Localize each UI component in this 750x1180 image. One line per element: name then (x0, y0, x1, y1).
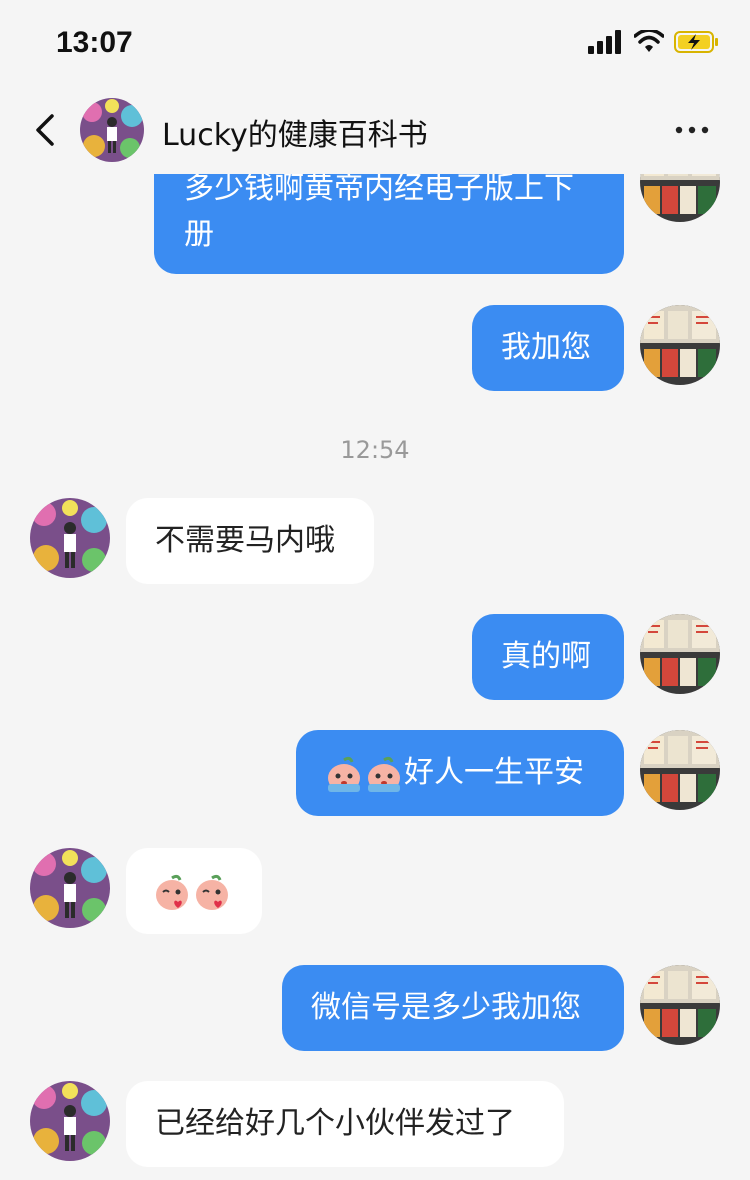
status-time: 13:07 (56, 26, 133, 59)
my-avatar[interactable] (640, 174, 720, 222)
contact-avatar[interactable] (30, 848, 110, 928)
kissing-peach-emoji-icon (156, 874, 188, 910)
message-bubble-sent[interactable]: 多少钱啊黄帝内经电子版上下册 (154, 174, 624, 274)
my-avatar[interactable] (640, 730, 720, 810)
contact-avatar[interactable] (30, 1081, 110, 1161)
signal-icon (588, 30, 621, 54)
message-text: 多少钱啊黄帝内经电子版上下册 (184, 174, 574, 252)
chat-title: Lucky的健康百科书 (162, 118, 428, 153)
message-bubble-sent[interactable]: 真的啊 (472, 614, 624, 700)
back-arrow-icon[interactable] (28, 110, 68, 150)
message-bubble-sent[interactable]: 我加您 (472, 305, 624, 391)
crying-peach-emoji-icon (368, 756, 400, 792)
contact-avatar[interactable] (30, 498, 110, 578)
message-bubble-received[interactable]: 已经给好几个小伙伴发过了 (126, 1081, 564, 1167)
contact-avatar[interactable] (80, 98, 144, 162)
status-bar: 13:07 (0, 0, 750, 88)
wifi-icon (634, 30, 664, 52)
battery-charging-icon (674, 31, 718, 53)
more-options-icon[interactable] (674, 110, 710, 150)
message-bubble-received[interactable]: 不需要马内哦 (126, 498, 374, 584)
message-bubble-received[interactable] (126, 848, 262, 934)
message-text: 真的啊 (501, 639, 591, 674)
crying-peach-emoji-icon (328, 756, 360, 792)
message-text: 已经给好几个小伙伴发过了 (155, 1106, 515, 1141)
message-bubble-sent[interactable]: 好人一生平安 (296, 730, 624, 816)
my-avatar[interactable] (640, 965, 720, 1045)
message-bubble-sent[interactable]: 微信号是多少我加您 (282, 965, 624, 1051)
my-avatar[interactable] (640, 305, 720, 385)
message-list[interactable]: 多少钱啊黄帝内经电子版上下册 我加您 12:54 不需要马内哦 真的啊 好人一生… (0, 174, 750, 1180)
my-avatar[interactable] (640, 614, 720, 694)
kissing-peach-emoji-icon (196, 874, 228, 910)
message-text: 我加您 (501, 330, 591, 365)
message-text: 不需要马内哦 (155, 523, 335, 558)
message-text: 好人一生平安 (404, 755, 584, 790)
message-text: 微信号是多少我加您 (311, 990, 581, 1025)
chat-header: Lucky的健康百科书 (0, 88, 750, 174)
message-timestamp: 12:54 (340, 436, 410, 464)
status-icons (588, 30, 720, 54)
